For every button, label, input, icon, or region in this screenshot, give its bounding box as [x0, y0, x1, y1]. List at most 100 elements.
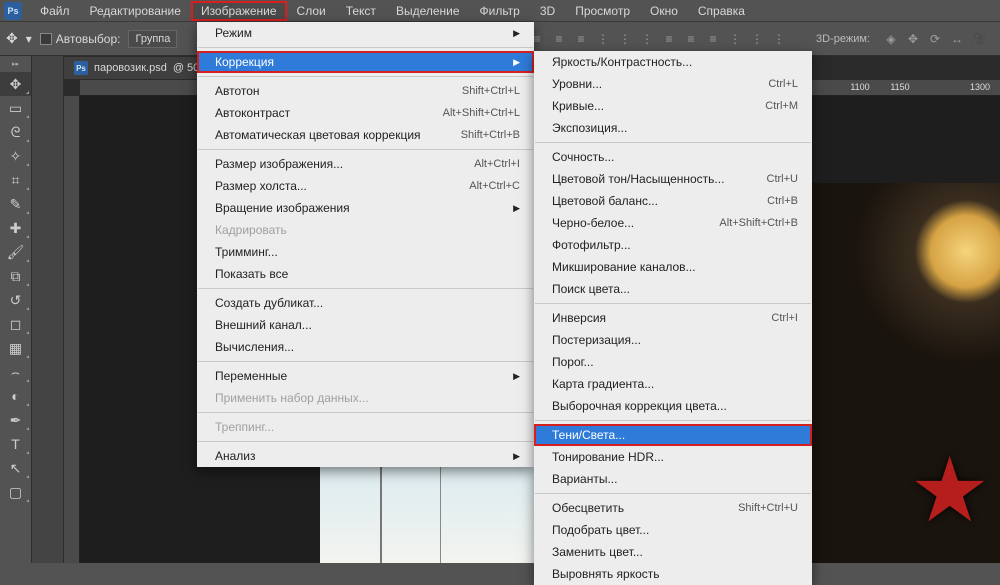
menu-filter[interactable]: Фильтр: [470, 1, 530, 21]
menu-view[interactable]: Просмотр: [565, 1, 640, 21]
correction-menu-item[interactable]: Фотофильтр...: [534, 234, 812, 256]
tool-move[interactable]: ✥: [0, 72, 31, 96]
tool-path-select[interactable]: ↖: [0, 456, 31, 480]
correction-menu-item[interactable]: ИнверсияCtrl+I: [534, 307, 812, 329]
tool-eyedropper[interactable]: ✎: [0, 192, 31, 216]
correction-menu-item[interactable]: Цветовой тон/Насыщенность...Ctrl+U: [534, 168, 812, 190]
tool-clone[interactable]: ⧉: [0, 264, 31, 288]
distribute-icon[interactable]: ≡: [682, 30, 700, 48]
tool-magic-wand[interactable]: ✧: [0, 144, 31, 168]
tool-blur[interactable]: ⌢: [0, 360, 31, 384]
correction-menu-item[interactable]: Тени/Света...: [534, 424, 812, 446]
menu-image[interactable]: Изображение: [191, 1, 287, 21]
correction-menu-item[interactable]: Карта градиента...: [534, 373, 812, 395]
align-icon[interactable]: ⋮: [594, 30, 612, 48]
menu-item-label: Автоматическая цветовая коррекция: [215, 128, 421, 142]
correction-menu-item[interactable]: Выровнять яркость: [534, 563, 812, 585]
correction-menu-item[interactable]: Подобрать цвет...: [534, 519, 812, 541]
menu-item-label: Порог...: [552, 355, 594, 369]
3d-icon[interactable]: ↔: [948, 30, 966, 48]
align-icon[interactable]: ≡: [550, 30, 568, 48]
tool-eraser[interactable]: ◻: [0, 312, 31, 336]
correction-menu-item[interactable]: Яркость/Контрастность...: [534, 51, 812, 73]
submenu-arrow-icon: ▶: [513, 451, 520, 462]
correction-menu-item[interactable]: Микширование каналов...: [534, 256, 812, 278]
image-menu-item[interactable]: Показать все: [197, 263, 534, 285]
correction-menu-separator: [535, 303, 811, 304]
menu-edit[interactable]: Редактирование: [80, 1, 191, 21]
menu-file[interactable]: Файл: [30, 1, 80, 21]
image-menu-item[interactable]: Анализ▶: [197, 445, 534, 467]
tool-lasso[interactable]: ᘓ: [0, 120, 31, 144]
image-menu-item[interactable]: АвтоконтрастAlt+Shift+Ctrl+L: [197, 102, 534, 124]
distribute-icon[interactable]: ⋮: [770, 30, 788, 48]
menu-item-label: Вычисления...: [215, 340, 294, 354]
autoselect-target-dropdown[interactable]: Группа: [128, 30, 177, 48]
correction-menu-item[interactable]: ОбесцветитьShift+Ctrl+U: [534, 497, 812, 519]
image-menu-item[interactable]: Переменные▶: [197, 365, 534, 387]
tool-pen[interactable]: ✒: [0, 408, 31, 432]
correction-menu-item[interactable]: Поиск цвета...: [534, 278, 812, 300]
tool-healing[interactable]: ✚: [0, 216, 31, 240]
menu-help[interactable]: Справка: [688, 1, 755, 21]
image-menu-item[interactable]: Размер холста...Alt+Ctrl+C: [197, 175, 534, 197]
tool-history-brush[interactable]: ↺: [0, 288, 31, 312]
align-icon[interactable]: ⋮: [638, 30, 656, 48]
menu-select[interactable]: Выделение: [386, 1, 470, 21]
distribute-icon[interactable]: ⋮: [726, 30, 744, 48]
correction-menu-item[interactable]: Черно-белое...Alt+Shift+Ctrl+B: [534, 212, 812, 234]
distribute-icon[interactable]: ⋮: [748, 30, 766, 48]
image-menu-item[interactable]: Тримминг...: [197, 241, 534, 263]
correction-menu-item[interactable]: Сочность...: [534, 146, 812, 168]
correction-menu-item[interactable]: Варианты...: [534, 468, 812, 490]
image-menu-item[interactable]: Коррекция▶: [197, 51, 534, 73]
distribute-icon[interactable]: ≡: [704, 30, 722, 48]
correction-menu-item[interactable]: Цветовой баланс...Ctrl+B: [534, 190, 812, 212]
distribute-icon[interactable]: ≡: [660, 30, 678, 48]
3d-icon[interactable]: ◈: [882, 30, 900, 48]
tool-marquee[interactable]: ▭: [0, 96, 31, 120]
tool-brush[interactable]: 🖌: [0, 240, 31, 264]
correction-menu-item[interactable]: Постеризация...: [534, 329, 812, 351]
autoselect-checkbox[interactable]: Автовыбор:: [40, 32, 121, 46]
menu-item-label: Внешний канал...: [215, 318, 312, 332]
dropdown-arrow-icon[interactable]: ▾: [26, 32, 32, 46]
align-icon[interactable]: ≡: [572, 30, 590, 48]
mode-3d-label: 3D-режим:: [816, 33, 870, 45]
correction-menu-item[interactable]: Выборочная коррекция цвета...: [534, 395, 812, 417]
correction-menu-item[interactable]: Экспозиция...: [534, 117, 812, 139]
3d-icon[interactable]: ✥: [904, 30, 922, 48]
image-menu-item[interactable]: Вычисления...: [197, 336, 534, 358]
collapsed-panel-strip[interactable]: [32, 56, 64, 563]
menu-text[interactable]: Текст: [336, 1, 386, 21]
document-tab[interactable]: Ps паровозик.psd @ 50%: [64, 57, 219, 79]
correction-menu-item[interactable]: Заменить цвет...: [534, 541, 812, 563]
toolbar-collapse-icon[interactable]: ▸▸: [0, 60, 31, 72]
correction-menu-item[interactable]: Тонирование HDR...: [534, 446, 812, 468]
correction-menu-item[interactable]: Уровни...Ctrl+L: [534, 73, 812, 95]
menu-item-label: Выборочная коррекция цвета...: [552, 399, 727, 413]
menu-layers[interactable]: Слои: [287, 1, 336, 21]
correction-menu-item[interactable]: Порог...: [534, 351, 812, 373]
menu-3d[interactable]: 3D: [530, 1, 565, 21]
image-menu-item[interactable]: Режим▶: [197, 22, 534, 44]
3d-icon[interactable]: ⟳: [926, 30, 944, 48]
3d-icon[interactable]: 🎥: [970, 30, 988, 48]
tool-dodge[interactable]: ◐: [0, 384, 31, 408]
image-menu-item[interactable]: Внешний канал...: [197, 314, 534, 336]
align-icon[interactable]: ⋮: [616, 30, 634, 48]
image-menu-item[interactable]: Создать дубликат...: [197, 292, 534, 314]
menu-item-label: Показать все: [215, 267, 288, 281]
menu-window[interactable]: Окно: [640, 1, 688, 21]
menu-item-label: Автотон: [215, 84, 260, 98]
correction-menu-item[interactable]: Кривые...Ctrl+M: [534, 95, 812, 117]
image-menu-item[interactable]: Размер изображения...Alt+Ctrl+I: [197, 153, 534, 175]
tool-gradient[interactable]: ▦: [0, 336, 31, 360]
move-tool-icon: ✥: [6, 30, 18, 47]
tool-rectangle[interactable]: ▢: [0, 480, 31, 504]
image-menu-item[interactable]: АвтотонShift+Ctrl+L: [197, 80, 534, 102]
image-menu-item[interactable]: Вращение изображения▶: [197, 197, 534, 219]
tool-type[interactable]: T: [0, 432, 31, 456]
image-menu-item[interactable]: Автоматическая цветовая коррекцияShift+C…: [197, 124, 534, 146]
tool-crop[interactable]: ⌗: [0, 168, 31, 192]
